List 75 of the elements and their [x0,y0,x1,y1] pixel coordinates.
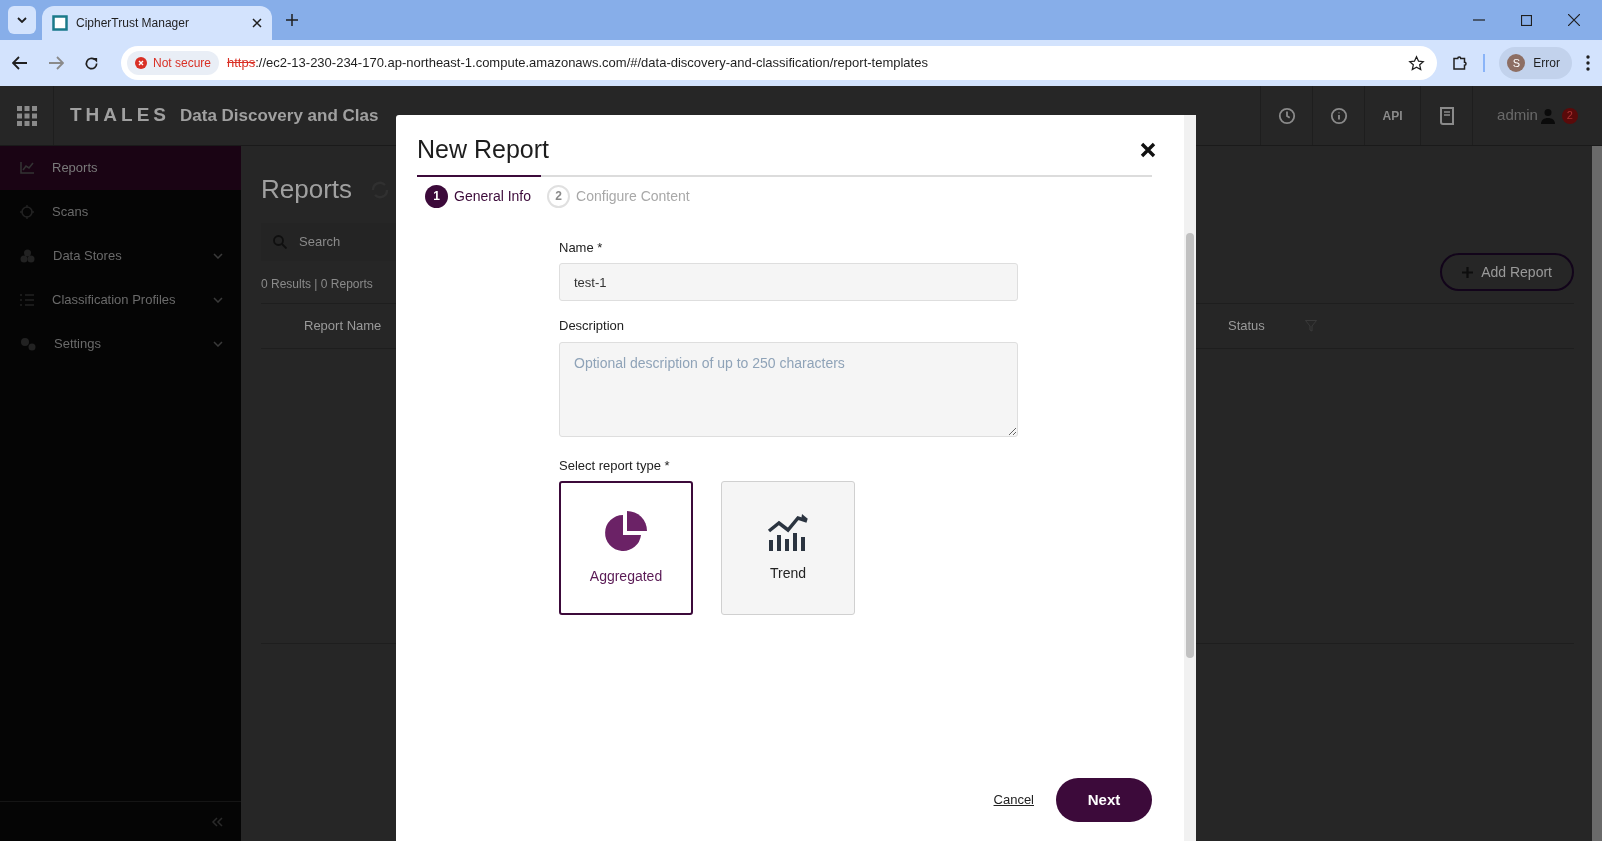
report-type-card[interactable]: Aggregated [559,481,693,615]
chart-icon [20,162,34,174]
star-icon[interactable] [1408,54,1426,72]
tab-title: CipherTrust Manager [76,15,190,32]
info-icon[interactable] [1329,106,1348,125]
security-chip[interactable]: Not secure [127,51,220,75]
sidebar-label: Scans [52,203,90,222]
column-header: Report Name [304,317,382,336]
field-label: Name * [559,238,604,257]
step-number: 1 [425,184,448,208]
chevron-down-icon [17,17,27,23]
book-icon[interactable] [1438,106,1455,125]
plus-icon [1462,266,1474,278]
target-icon [20,205,34,219]
step-label: Configure Content [576,186,690,206]
field-label: Description [559,317,626,335]
browser-tab[interactable]: CipherTrust Manager [42,6,272,40]
sidebar-label: Settings [54,335,102,354]
cancel-link[interactable]: Cancel [993,790,1034,810]
tab-list-button[interactable] [8,6,36,34]
more-icon[interactable] [1586,55,1590,71]
error-icon [135,57,147,69]
profile-button[interactable]: S Error [1499,47,1572,79]
description-field[interactable]: Optional description of up to 250 characters [559,341,1018,437]
clock-icon[interactable] [1277,106,1296,125]
extension-icon[interactable] [1451,54,1470,72]
report-type-card[interactable]: Trend [721,481,855,615]
api-button[interactable]: API [1382,106,1403,125]
column-header: Status [1228,317,1265,336]
forward-icon[interactable] [48,56,64,70]
brand-logo-text: THALES [70,103,170,128]
modal-title: New Report [417,134,549,165]
page-title: Reports [261,173,353,206]
sidebar-item[interactable]: Reports [0,146,241,190]
step-tab[interactable]: 1 General Info [425,184,532,208]
sidebar-label: Classification Profiles [52,291,177,310]
trend-chart-icon [767,512,809,551]
report-type-label: Aggregated [589,566,663,586]
report-type-label: Trend [769,563,807,583]
sidebar-item[interactable]: Scans [0,190,241,234]
apps-grid-icon[interactable] [16,105,37,126]
sidebar-item[interactable]: Classification Profiles [0,278,241,322]
next-button[interactable]: Next [1056,778,1152,822]
field-label: Select report type * [559,456,671,475]
avatar: S [1507,54,1526,72]
sidebar-item[interactable]: Settings [0,322,241,366]
page-scrollbar[interactable] [1592,146,1602,841]
user-name[interactable]: admin [1497,104,1538,127]
results-count: 0 Results | 0 Reports [261,276,374,293]
security-label: Not secure [153,55,212,72]
url-text: https://ec2-13-230-234-170.ap-northeast-1.compute.amazonaws.com/#/data-discovery-and-classification/report-templates [227,54,929,73]
step-tab[interactable]: 2 Configure Content [547,184,690,208]
step-label: General Info [454,186,532,206]
stack-icon [20,249,35,263]
close-window-icon[interactable] [1568,14,1580,26]
app-title: Data Discovery and Clas [180,104,379,127]
name-field[interactable]: test-1 [559,263,1018,301]
close-icon[interactable] [252,18,262,28]
app-icon [52,15,68,31]
gears-icon [20,337,36,351]
pie-chart-icon [604,509,648,554]
sidebar-label: Data Stores [53,247,123,266]
new-tab-icon[interactable] [286,14,298,26]
add-report-button[interactable]: Add Report [1440,253,1574,291]
scrollbar-thumb[interactable] [1186,233,1194,658]
sidebar-label: Reports [52,159,99,178]
reload-icon[interactable] [84,55,99,71]
profile-label: Error [1533,55,1561,72]
search-input[interactable]: Search [299,232,475,252]
notification-badge: 2 [1561,107,1578,124]
sidebar-item[interactable]: Data Stores [0,234,241,278]
maximize-icon[interactable] [1521,14,1532,26]
address-bar[interactable]: Not secure https://ec2-13-230-234-170.ap-northeast-1.compute.amazonaws.com/#/data-discovery-and-classification/report-templates [121,46,1438,80]
step-number: 2 [547,184,571,208]
back-icon[interactable] [12,56,28,70]
